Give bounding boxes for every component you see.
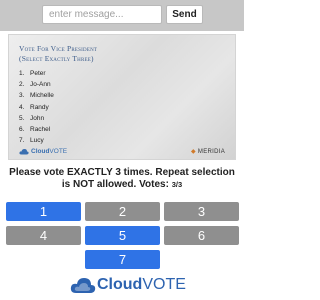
candidate-name: Lucy [30, 137, 44, 145]
vote-instructions: Please vote EXACTLY 3 times. Repeat sele… [4, 167, 240, 191]
ballot-title-line2: (Select Exactly Three) [19, 54, 94, 63]
meridia-mark-icon: ◆ [190, 149, 196, 155]
send-button[interactable]: Send [166, 5, 203, 24]
partner-name: MERIDIA [197, 148, 225, 155]
cloud-icon [70, 278, 96, 293]
ballot-card: Vote For Vice President (Select Exactly … [8, 34, 236, 160]
candidate-name: Michelle [30, 92, 54, 100]
candidate-number: 7. [19, 137, 25, 145]
vote-button-3[interactable]: 3 [164, 202, 239, 221]
message-bar: Send [0, 0, 244, 31]
candidate-item: 5. John [19, 113, 54, 124]
candidate-name: John [30, 114, 45, 122]
cloud-icon [19, 149, 29, 155]
ballot-title: Vote For Vice President (Select Exactly … [19, 44, 219, 64]
candidate-item: 4. Randy [19, 102, 54, 113]
candidate-item: 3. Michelle [19, 90, 54, 101]
votes-count: 3/3 [171, 180, 183, 189]
partner-logo: ◆ MERIDIA [191, 147, 225, 156]
candidate-number: 1. [19, 70, 25, 77]
candidate-item: 1. Peter [19, 68, 54, 79]
footer-logo-vote: VOTE [142, 276, 186, 293]
candidate-name: Rachel [30, 125, 51, 133]
footer-logo-cloud: Cloud [97, 276, 143, 293]
ballot-brand-logo: Cloud VOTE [19, 147, 67, 156]
candidate-number: 4. [19, 103, 25, 111]
vote-button-5[interactable]: 5 [85, 226, 160, 245]
vote-button-4[interactable]: 4 [6, 226, 81, 245]
candidate-number: 2. [19, 81, 25, 89]
message-input[interactable] [42, 5, 162, 24]
vote-button-1[interactable]: 1 [6, 202, 81, 221]
candidate-name: Peter [30, 70, 46, 77]
vote-button-6[interactable]: 6 [164, 226, 239, 245]
ballot-title-line1: Vote For Vice President [19, 44, 98, 53]
candidate-list: 1. Peter 2. Jo-Ann 3. Michelle 4. Randy 5. Jo… [19, 68, 54, 146]
candidate-name: Jo-Ann [30, 81, 51, 89]
candidate-number: 6. [19, 125, 25, 133]
vote-button-7[interactable]: 7 [85, 250, 160, 269]
candidate-number: 3. [19, 92, 25, 100]
candidate-item: 7. Lucy [19, 135, 54, 146]
candidate-item: 6. Rachel [19, 124, 54, 135]
candidate-number: 5. [19, 114, 25, 122]
vote-button-2[interactable]: 2 [85, 202, 160, 221]
ballot-brand-vote: VOTE [49, 148, 68, 155]
instructions-text: Please vote EXACTLY 3 times. Repeat sele… [9, 167, 235, 190]
ballot-brand-cloud: Cloud [31, 148, 50, 155]
candidate-name: Randy [30, 103, 49, 111]
footer-logo: Cloud VOTE [69, 273, 186, 297]
candidate-item: 2. Jo-Ann [19, 79, 54, 90]
